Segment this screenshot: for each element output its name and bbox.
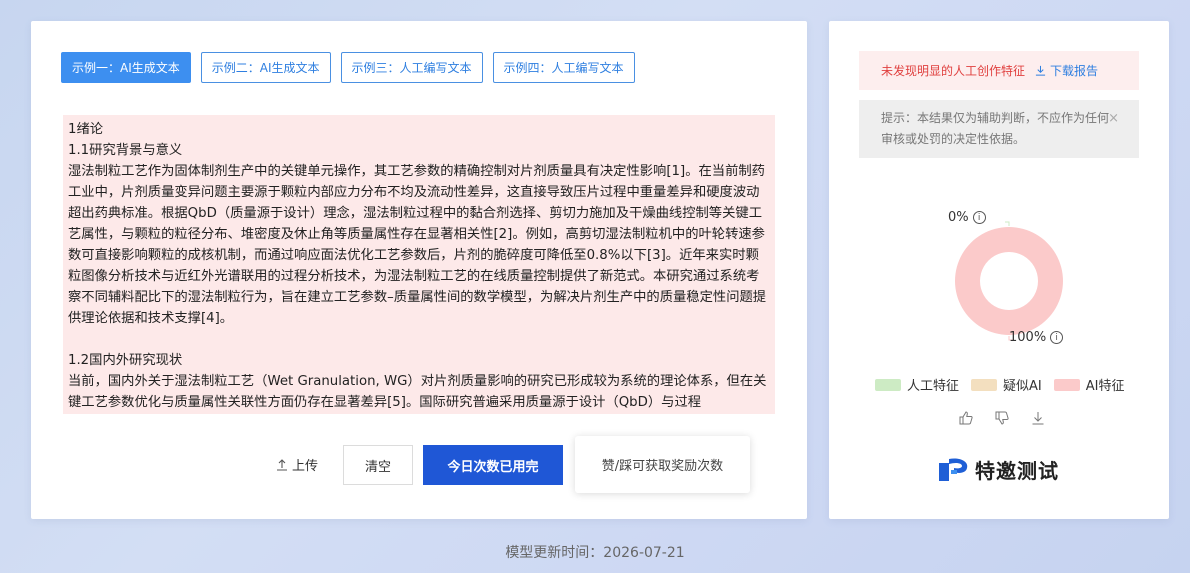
- download-icon[interactable]: [1031, 411, 1045, 425]
- feedback-bar: [959, 411, 1045, 425]
- donut-slice-2: [954, 227, 1063, 335]
- brand-badge: 特邀测试: [937, 455, 1059, 484]
- human-percent-value: 0%: [948, 210, 969, 225]
- legend-item-ai: AI特征: [1053, 375, 1125, 394]
- legend-item-suspected-ai: 疑似AI: [971, 375, 1042, 394]
- legend-label: 疑似AI: [1003, 379, 1042, 394]
- input-panel: 示例一：AI生成文本 示例二：AI生成文本 示例三：人工编写文本 示例四：人工编…: [31, 21, 807, 519]
- ai-percent-value: 100%: [1009, 330, 1047, 345]
- result-alert: 未发现明显的人工创作特征 下载报告: [859, 51, 1139, 90]
- text-line: 湿法制粒工艺作为固体制剂生产中的关键单元操作，其工艺参数的精确控制对片剂质量具有…: [68, 164, 767, 326]
- model-update-time: 模型更新时间：2026-07-21: [505, 545, 685, 561]
- upload-label: 上传: [292, 459, 319, 474]
- example-button-2[interactable]: 示例二：AI生成文本: [200, 52, 331, 83]
- legend-swatch: [875, 378, 901, 391]
- download-label: 下载报告: [1050, 64, 1099, 78]
- detect-button[interactable]: 今日次数已用完: [423, 445, 563, 485]
- text-line: 当前，国内外关于湿法制粒工艺（Wet Granulation, WG）对片剂质量…: [68, 374, 767, 410]
- reward-tooltip: 赞/踩可获取奖励次数: [575, 436, 750, 493]
- text-blank-line: [68, 329, 770, 350]
- chart-legend: 人工特征 疑似AI AI特征: [875, 375, 1124, 394]
- download-icon: [1035, 65, 1046, 76]
- example-button-4[interactable]: 示例四：人工编写文本: [492, 52, 635, 83]
- ai-percent-label: 100% i: [1009, 330, 1064, 345]
- upload-icon: [277, 458, 287, 471]
- disclaimer-text: 提示：本结果仅为辅助判断，不应作为任何审核或处罚的决定性依据。: [881, 111, 1110, 146]
- thumbs-down-icon[interactable]: [995, 411, 1009, 425]
- upload-button[interactable]: 上传: [276, 455, 318, 474]
- legend-label: AI特征: [1085, 379, 1125, 394]
- text-line: 1.2国内外研究现状: [68, 353, 183, 368]
- text-line: 1绪论: [68, 122, 104, 137]
- result-panel: 未发现明显的人工创作特征 下载报告 提示：本结果仅为辅助判断，不应作为任何审核或…: [829, 21, 1169, 519]
- info-icon[interactable]: i: [1050, 331, 1064, 344]
- legend-label: 人工特征: [907, 379, 960, 394]
- legend-item-human: 人工特征: [875, 375, 959, 394]
- info-icon[interactable]: i: [972, 211, 986, 224]
- brand-logo-icon: [939, 457, 968, 481]
- leader-line-human: [1005, 221, 1010, 226]
- human-percent-label: 0% i: [948, 210, 986, 225]
- close-icon[interactable]: ×: [1108, 108, 1119, 129]
- legend-swatch: [1053, 378, 1080, 391]
- brand-text: 特邀测试: [975, 459, 1059, 483]
- example-button-3[interactable]: 示例三：人工编写文本: [340, 52, 483, 83]
- thumbs-up-icon[interactable]: [959, 411, 973, 425]
- result-alert-text: 未发现明显的人工创作特征: [881, 64, 1026, 78]
- example-button-1[interactable]: 示例一：AI生成文本: [61, 52, 191, 83]
- text-input-area[interactable]: 1绪论 1.1研究背景与意义 湿法制粒工艺作为固体制剂生产中的关键单元操作，其工…: [63, 115, 775, 414]
- legend-swatch: [971, 378, 998, 391]
- example-tabs: 示例一：AI生成文本 示例二：AI生成文本 示例三：人工编写文本 示例四：人工编…: [61, 52, 635, 83]
- disclaimer-notice: 提示：本结果仅为辅助判断，不应作为任何审核或处罚的决定性依据。 ×: [859, 100, 1139, 158]
- text-line: 1.1研究背景与意义: [68, 143, 183, 158]
- clear-button[interactable]: 清空: [343, 445, 413, 485]
- download-report-link[interactable]: 下载报告: [1035, 62, 1098, 79]
